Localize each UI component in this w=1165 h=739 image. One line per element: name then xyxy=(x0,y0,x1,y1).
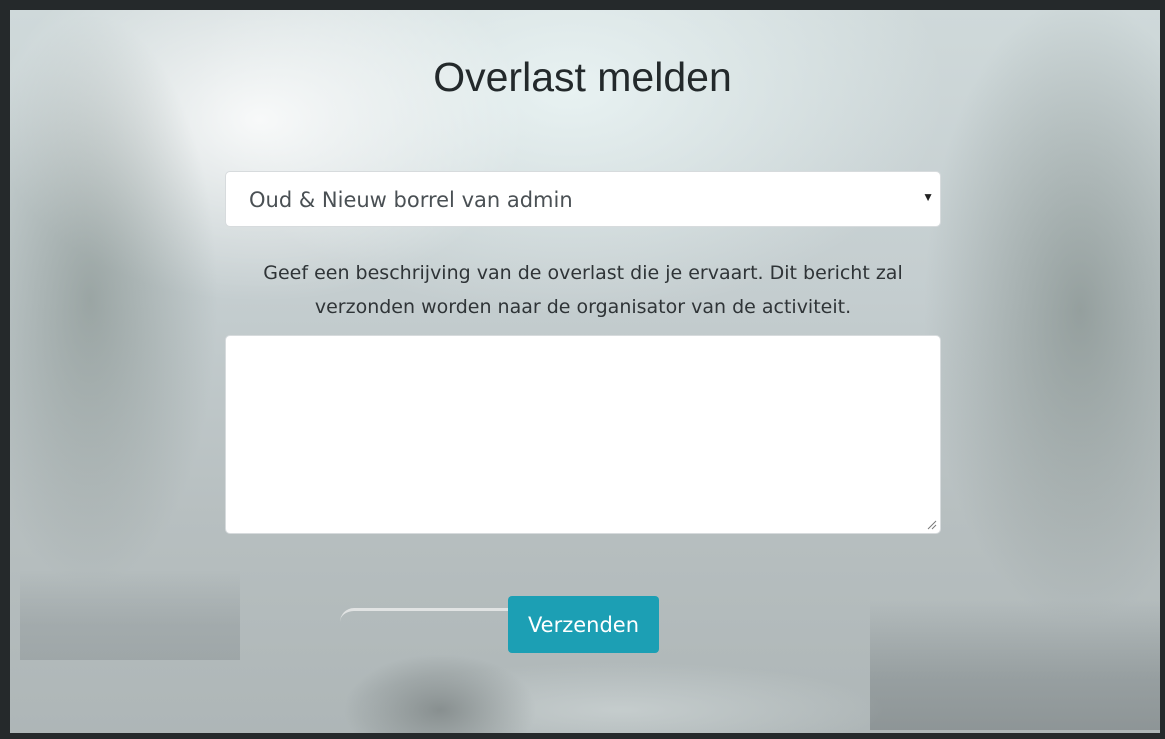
activity-select-value: Oud & Nieuw borrel van admin xyxy=(249,188,573,212)
message-textarea[interactable] xyxy=(225,335,941,534)
window-frame: Overlast melden Oud & Nieuw borrel van a… xyxy=(0,0,1165,739)
page-title: Overlast melden xyxy=(433,54,732,100)
form-description: Geef een beschrijving van de overlast di… xyxy=(263,262,903,318)
submit-button[interactable]: Verzenden xyxy=(508,596,659,653)
activity-select[interactable]: Oud & Nieuw borrel van admin ▼ xyxy=(225,171,941,227)
caret-down-icon: ▼ xyxy=(922,190,934,204)
report-form: Overlast melden Oud & Nieuw borrel van a… xyxy=(10,10,1160,733)
resize-grip-icon[interactable] xyxy=(925,518,937,530)
